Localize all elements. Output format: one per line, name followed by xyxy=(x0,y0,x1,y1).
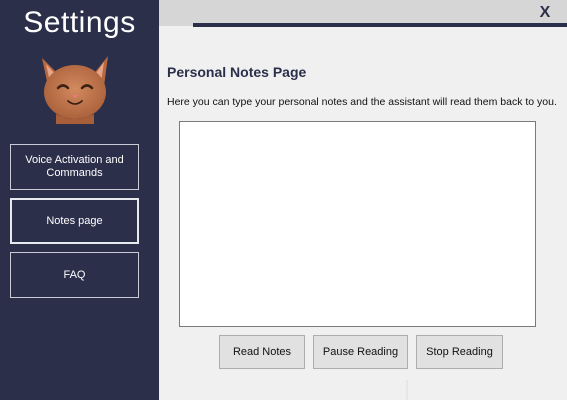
sidebar-item-voice-activation[interactable]: Voice Activation and Commands xyxy=(10,144,139,190)
notes-textarea[interactable] xyxy=(179,121,536,327)
cat-face-icon xyxy=(42,56,108,124)
sidebar: Settings Voice Activation and Commands N… xyxy=(0,0,159,400)
settings-title: Settings xyxy=(23,6,136,39)
divider xyxy=(406,380,408,400)
title-bar-divider xyxy=(193,23,567,27)
main-panel: X Personal Notes Page Here you can type … xyxy=(159,0,567,400)
sidebar-item-notes-page[interactable]: Notes page xyxy=(10,198,139,244)
sidebar-item-label: Voice Activation and Commands xyxy=(25,154,124,179)
read-notes-button[interactable]: Read Notes xyxy=(219,335,305,369)
close-button[interactable]: X xyxy=(537,4,553,22)
stop-reading-button[interactable]: Stop Reading xyxy=(416,335,503,369)
sidebar-item-label: FAQ xyxy=(63,268,86,281)
pause-reading-button[interactable]: Pause Reading xyxy=(313,335,408,369)
page-description: Here you can type your personal notes an… xyxy=(167,96,557,108)
sidebar-item-faq[interactable]: FAQ xyxy=(10,252,139,298)
sidebar-item-label: Notes page xyxy=(46,214,103,227)
page-title: Personal Notes Page xyxy=(167,64,307,80)
